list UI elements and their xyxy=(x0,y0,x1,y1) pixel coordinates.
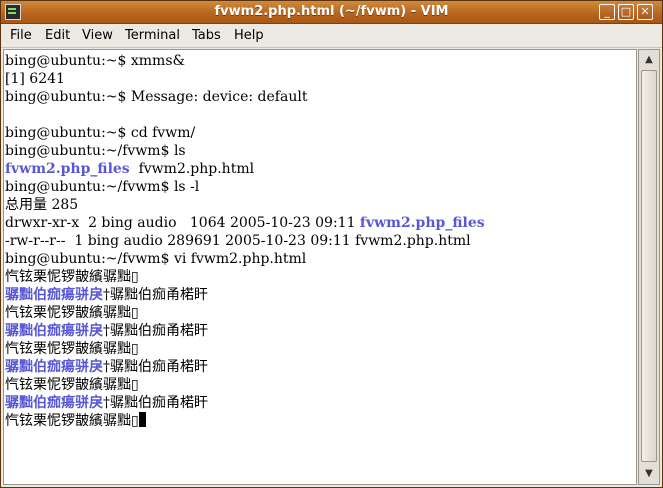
directory-name: 骣黜伯痂瘍骈戾 xyxy=(5,359,103,375)
menu-file[interactable]: File xyxy=(10,28,32,43)
terminal-line: 骣黜伯痂瘍骈戾†骣黜伯痂甬楉盰 xyxy=(5,359,208,375)
directory-name: fvwm2.php_files xyxy=(5,161,130,177)
terminal-line: -rw-r--r-- 1 bing audio 289691 2005-10-2… xyxy=(5,233,471,249)
directory-name: 骣黜伯痂瘍骈戾 xyxy=(5,395,103,411)
terminal-line: bing@ubuntu:~$ cd fvwm/ xyxy=(5,125,196,141)
menu-view[interactable]: View xyxy=(82,28,113,43)
terminal-line: bing@ubuntu:~$ xmms& xyxy=(5,53,185,69)
menu-bar: File Edit View Terminal Tabs Help xyxy=(1,24,662,48)
maximize-button[interactable]: □ xyxy=(618,4,634,20)
terminal-line: 忾铉栗怩锣皵繽骣黜▯ xyxy=(5,269,139,285)
terminal-line: bing@ubuntu:~/fvwm$ ls -l xyxy=(5,179,200,195)
terminal-line: 忾铉栗怩锣皵繽骣黜▯ xyxy=(5,305,139,321)
terminal-line: bing@ubuntu:~$ Message: device: default xyxy=(5,89,308,105)
menu-help[interactable]: Help xyxy=(234,28,264,43)
menu-edit[interactable]: Edit xyxy=(45,28,70,43)
menu-tabs[interactable]: Tabs xyxy=(192,28,221,43)
terminal-window: fvwm2.php.html (~/fvwm) - VIM _ □ ✕ File… xyxy=(0,0,663,488)
menu-terminal[interactable]: Terminal xyxy=(125,28,180,43)
vertical-scrollbar[interactable]: ▲ ▼ xyxy=(638,49,660,485)
scrollbar-thumb[interactable] xyxy=(641,70,657,462)
scroll-down-arrow-icon[interactable]: ▼ xyxy=(641,466,657,482)
close-button[interactable]: ✕ xyxy=(637,4,653,20)
text-cursor xyxy=(138,412,146,427)
scroll-up-arrow-icon[interactable]: ▲ xyxy=(641,52,657,68)
terminal-line: 忾铉栗怩锣皵繽骣黜▯ xyxy=(5,341,139,357)
title-bar[interactable]: fvwm2.php.html (~/fvwm) - VIM _ □ ✕ xyxy=(1,1,662,24)
window-title: fvwm2.php.html (~/fvwm) - VIM xyxy=(214,4,449,19)
directory-name: fvwm2.php_files xyxy=(359,215,485,231)
terminal-line: 骣黜伯痂瘍骈戾†骣黜伯痂甬楉盰 xyxy=(5,287,208,303)
terminal-line: bing@ubuntu:~/fvwm$ vi fvwm2.php.html xyxy=(5,251,307,267)
minimize-button[interactable]: _ xyxy=(599,4,615,20)
terminal-line: bing@ubuntu:~/fvwm$ ls xyxy=(5,143,186,159)
terminal-screen[interactable]: bing@ubuntu:~$ xmms& [1] 6241 bing@ubunt… xyxy=(3,49,637,485)
terminal-line: 忾铉栗怩锣皵繽骣黜▯ xyxy=(5,412,146,430)
terminal-line: 骣黜伯痂瘍骈戾†骣黜伯痂甬楉盰 xyxy=(5,323,208,339)
terminal-line: drwxr-xr-x 2 bing audio 1064 2005-10-23 … xyxy=(5,215,485,231)
terminal-line: [1] 6241 xyxy=(5,71,65,87)
directory-name: 骣黜伯痂瘍骈戾 xyxy=(5,323,103,339)
terminal-line: 骣黜伯痂瘍骈戾†骣黜伯痂甬楉盰 xyxy=(5,395,208,411)
terminal-line: 忾铉栗怩锣皵繽骣黜▯ xyxy=(5,377,139,393)
directory-name: 骣黜伯痂瘍骈戾 xyxy=(5,287,103,303)
terminal-line: fvwm2.php_files fvwm2.php.html xyxy=(5,161,255,177)
terminal-line: 总用量 285 xyxy=(5,197,79,213)
